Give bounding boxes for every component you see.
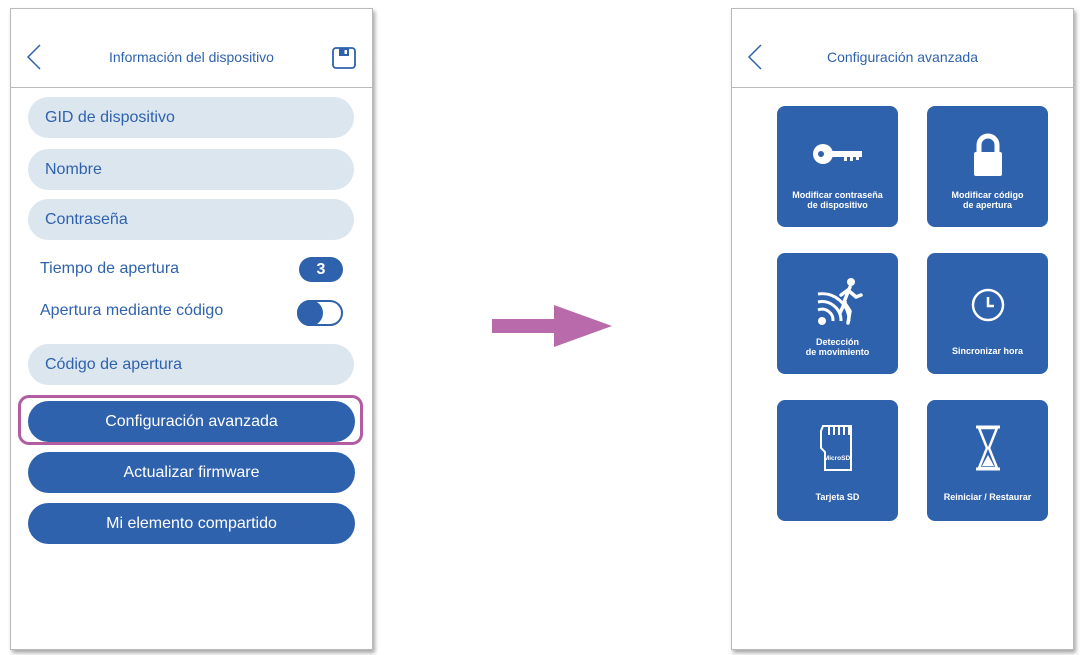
change-open-code-tile[interactable]: Modificar código de apertura	[927, 106, 1048, 227]
microsd-card-icon: MicroSD	[819, 425, 852, 471]
floppy-disk-icon[interactable]	[332, 47, 356, 69]
change-device-password-tile[interactable]: Modificar contraseña de dispositivo	[777, 106, 898, 227]
tile-label: Modificar código de apertura	[951, 190, 1024, 210]
tile-label: Detección de movimiento	[805, 337, 870, 357]
sync-time-tile[interactable]: Sincronizar hora	[927, 253, 1048, 374]
clock-icon	[971, 288, 1004, 322]
device-info-screen: Información del dispositivo GID de dispo…	[10, 8, 373, 650]
update-firmware-button[interactable]: Actualizar firmware	[28, 452, 355, 493]
opening-time-value[interactable]: 3	[299, 257, 343, 282]
sd-card-tile[interactable]: MicroSD Tarjeta SD	[777, 400, 898, 521]
advanced-settings-header: Configuración avanzada	[732, 9, 1073, 88]
open-code-field[interactable]: Código de apertura	[28, 344, 354, 385]
lock-icon	[973, 133, 1002, 176]
advanced-settings-screen: Configuración avanzada Modificar contras…	[731, 8, 1074, 650]
page-title: Configuración avanzada	[827, 49, 978, 65]
shared-items-button[interactable]: Mi elemento compartido	[28, 503, 355, 544]
device-info-header: Información del dispositivo	[11, 9, 372, 88]
tile-label: Modificar contraseña de dispositivo	[792, 190, 883, 210]
tile-label: Sincronizar hora	[951, 346, 1023, 356]
toggle-knob	[297, 300, 323, 326]
tile-label: Reiniciar / Restaurar	[943, 492, 1032, 502]
gid-field[interactable]: GID de dispositivo	[28, 97, 354, 138]
password-field[interactable]: Contraseña	[28, 199, 354, 240]
advanced-settings-button[interactable]: Configuración avanzada	[28, 401, 355, 442]
code-opening-toggle[interactable]	[297, 300, 343, 326]
code-opening-label: Apertura mediante código	[40, 302, 224, 319]
hourglass-icon	[975, 425, 1000, 471]
tile-label: Tarjeta SD	[815, 492, 860, 502]
motion-detection-tile[interactable]: Detección de movimiento	[777, 253, 898, 374]
name-field[interactable]: Nombre	[28, 149, 354, 190]
key-icon	[812, 144, 862, 164]
opening-time-label: Tiempo de apertura	[40, 260, 180, 277]
microsd-text: MicroSD	[823, 455, 850, 462]
right-arrow-icon	[492, 305, 612, 347]
motion-sensor-icon	[816, 278, 863, 325]
page-title: Información del dispositivo	[109, 49, 274, 65]
reset-restore-tile[interactable]: Reiniciar / Restaurar	[927, 400, 1048, 521]
